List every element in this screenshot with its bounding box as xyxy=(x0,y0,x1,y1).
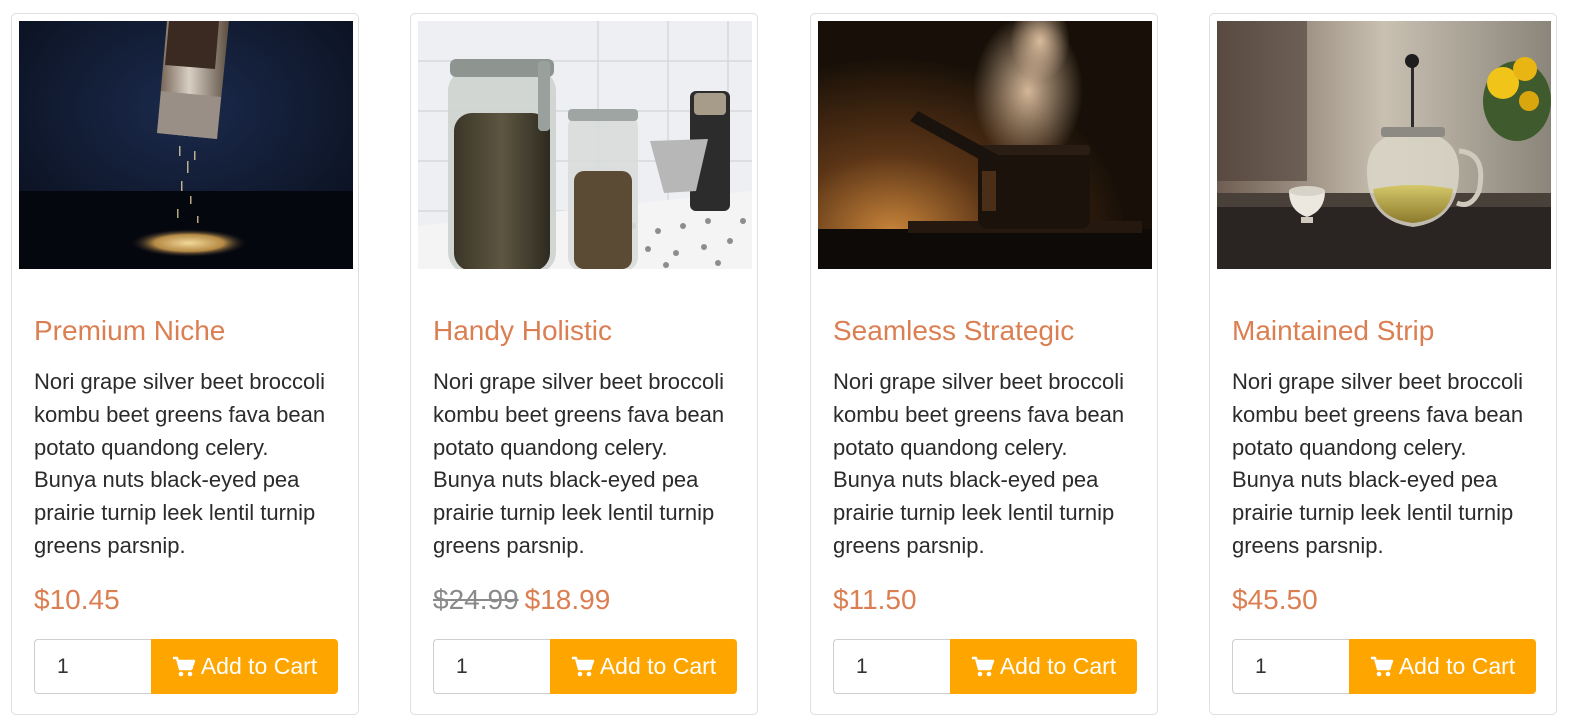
product-description: Nori grape silver beet broccoli kombu be… xyxy=(34,369,326,558)
add-to-cart-label: Add to Cart xyxy=(200,653,318,679)
product-price: $18.99 xyxy=(524,584,611,615)
product-card: Seamless Strategic Nori grape silver bee… xyxy=(810,13,1158,715)
quantity-input[interactable] xyxy=(833,639,950,694)
product-image-coffee-jars[interactable] xyxy=(418,21,752,269)
quantity-input[interactable] xyxy=(34,639,151,694)
add-to-cart-button[interactable]: Add to Cart xyxy=(1349,639,1536,694)
product-description: Nori grape silver beet broccoli kombu be… xyxy=(833,369,1125,558)
product-price: $45.50 xyxy=(1232,584,1318,615)
product-card: Maintained Strip Nori grape silver beet … xyxy=(1209,13,1557,715)
pepper-grinder-photo xyxy=(19,21,353,269)
product-price: $10.45 xyxy=(34,584,120,615)
teapot-photo xyxy=(1217,21,1551,269)
add-to-cart-button[interactable]: Add to Cart xyxy=(550,639,737,694)
product-title[interactable]: Premium Niche xyxy=(34,315,225,347)
product-image-pepper-grinder[interactable] xyxy=(19,21,353,269)
coffee-jars-photo xyxy=(418,21,752,269)
product-price: $11.50 xyxy=(833,584,917,615)
product-description: Nori grape silver beet broccoli kombu be… xyxy=(433,369,725,558)
product-card: Handy Holistic Nori grape silver beet br… xyxy=(410,13,758,715)
price-row: $10.45 xyxy=(34,584,120,616)
product-card: Premium Niche Nori grape silver beet bro… xyxy=(11,13,359,715)
product-description: Nori grape silver beet broccoli kombu be… xyxy=(1232,369,1524,558)
quantity-input[interactable] xyxy=(1232,639,1349,694)
shopping-cart-icon xyxy=(172,656,196,678)
product-title[interactable]: Maintained Strip xyxy=(1232,315,1434,347)
product-image-steaming-pot[interactable] xyxy=(818,21,1152,269)
add-to-cart-label: Add to Cart xyxy=(599,653,717,679)
quantity-input[interactable] xyxy=(433,639,550,694)
shopping-cart-icon xyxy=(571,656,595,678)
price-row: $24.99 $18.99 xyxy=(433,584,610,616)
steaming-pot-photo xyxy=(818,21,1152,269)
shopping-cart-icon xyxy=(971,656,995,678)
price-row: $11.50 xyxy=(833,584,917,616)
original-price: $24.99 xyxy=(433,584,519,615)
add-to-cart-label: Add to Cart xyxy=(1398,653,1516,679)
add-to-cart-button[interactable]: Add to Cart xyxy=(151,639,338,694)
price-row: $45.50 xyxy=(1232,584,1318,616)
product-image-teapot[interactable] xyxy=(1217,21,1551,269)
product-title[interactable]: Handy Holistic xyxy=(433,315,612,347)
shopping-cart-icon xyxy=(1370,656,1394,678)
product-title[interactable]: Seamless Strategic xyxy=(833,315,1074,347)
add-to-cart-label: Add to Cart xyxy=(999,653,1117,679)
add-to-cart-button[interactable]: Add to Cart xyxy=(950,639,1137,694)
